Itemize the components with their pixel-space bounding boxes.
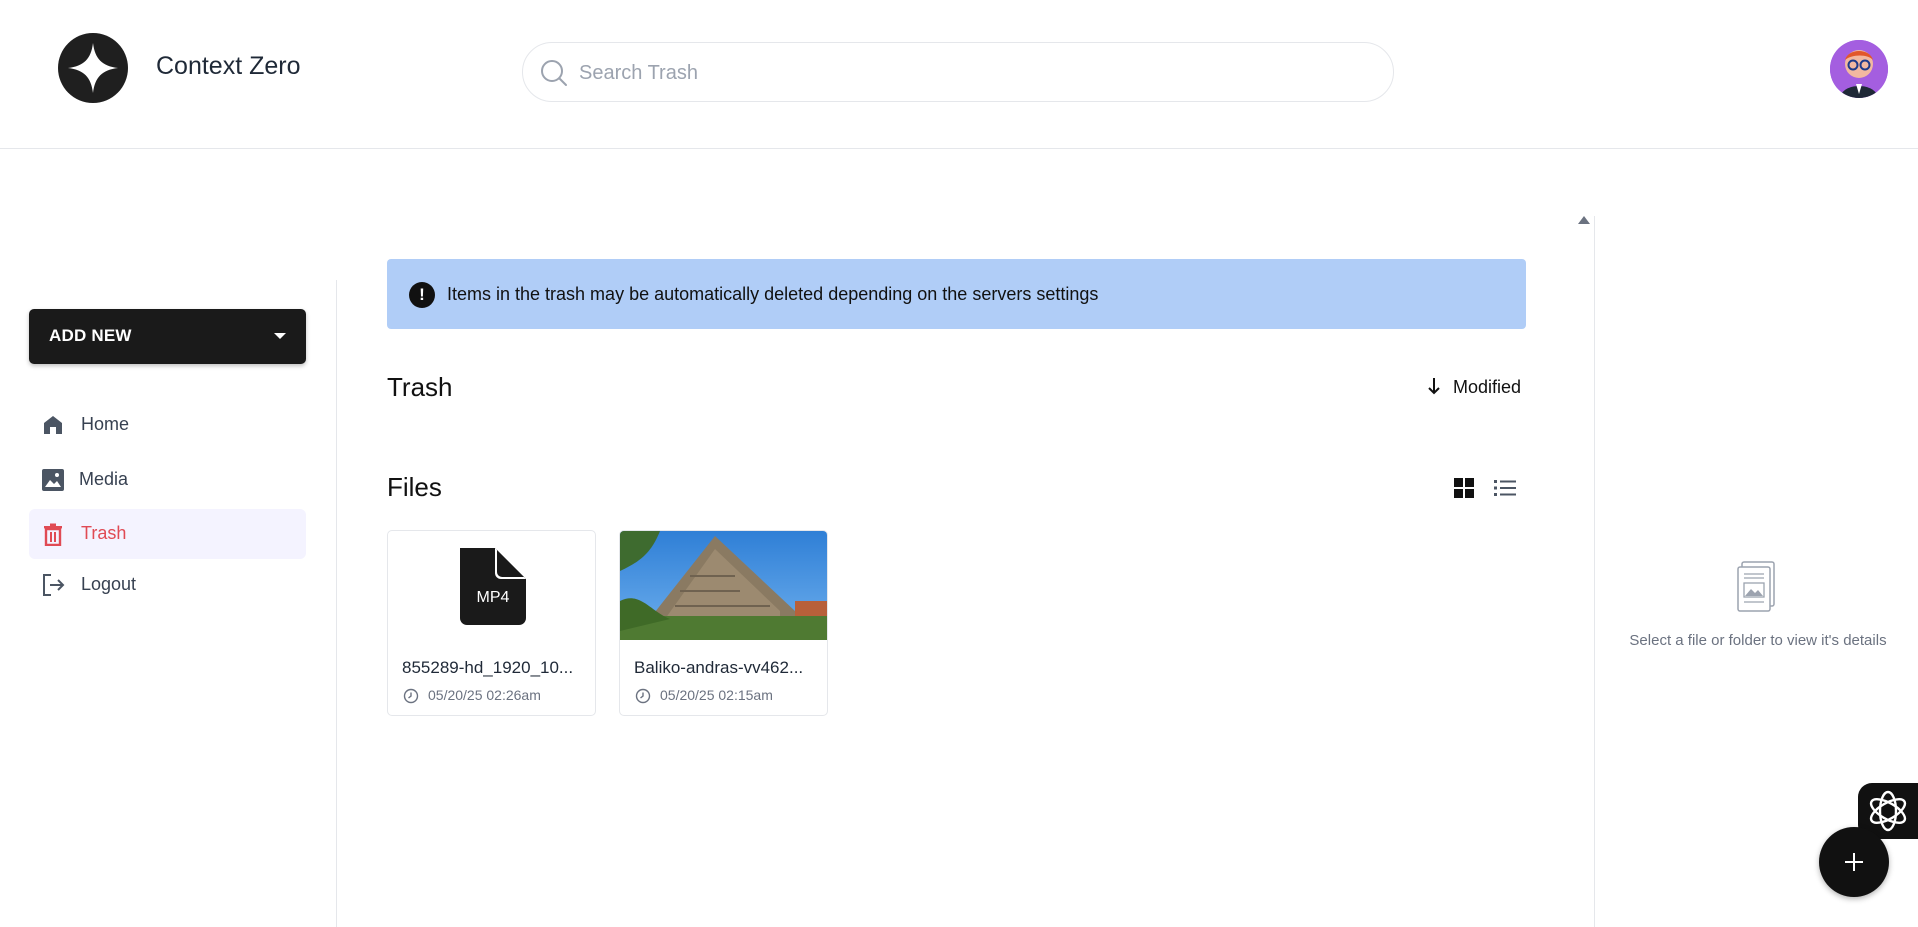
document-icon <box>1736 561 1776 613</box>
sidebar-item-label: Media <box>79 469 129 489</box>
add-new-button[interactable]: ADD NEW <box>29 309 306 364</box>
app-logo[interactable] <box>58 33 128 103</box>
sidebar-item-home[interactable]: Home <box>29 400 306 450</box>
sort-label: Modified <box>1453 377 1522 397</box>
file-thumbnail <box>620 531 827 640</box>
add-new-label: ADD NEW <box>49 326 132 345</box>
sidebar-item-label: Logout <box>81 574 137 594</box>
app-name: Context Zero <box>156 52 301 80</box>
sidebar-item-label: Home <box>81 414 130 434</box>
list-view-icon[interactable] <box>1492 476 1518 500</box>
files-section-title: Files <box>387 472 442 502</box>
scroll-up-arrow[interactable] <box>1578 216 1590 224</box>
search-bar[interactable] <box>522 42 1394 102</box>
sidebar-divider <box>336 280 337 927</box>
clock-icon <box>403 688 419 704</box>
arrow-down-icon <box>1427 376 1441 401</box>
file-date: 05/20/25 02:26am <box>428 687 541 703</box>
page-title: Trash <box>387 372 453 402</box>
clock-icon <box>635 688 651 704</box>
image-icon <box>41 468 65 492</box>
top-bar: Context Zero <box>0 0 1918 149</box>
trash-icon <box>41 522 65 547</box>
logout-icon <box>41 573 65 597</box>
grid-view-icon[interactable] <box>1452 476 1476 500</box>
file-card[interactable]: MP4 855289-hd_1920_10... 05/20/25 02:26a… <box>387 530 596 716</box>
add-fab-button[interactable] <box>1819 827 1889 897</box>
home-icon <box>41 413 65 437</box>
file-name: Baliko-andras-vv462... <box>634 658 804 677</box>
file-card[interactable]: Baliko-andras-vv462... 05/20/25 02:15am <box>619 530 828 716</box>
details-empty-text: Select a file or folder to view it's det… <box>1629 632 1887 649</box>
file-date: 05/20/25 02:15am <box>660 687 773 703</box>
search-input[interactable] <box>577 53 1361 93</box>
file-type-badge: MP4 <box>476 589 510 606</box>
file-thumbnail: MP4 <box>388 531 595 640</box>
alert-icon: ! <box>409 282 435 308</box>
sidebar-item-trash[interactable]: Trash <box>29 509 306 559</box>
details-divider <box>1594 216 1595 927</box>
trash-info-banner: ! Items in the trash may be automaticall… <box>387 259 1526 329</box>
user-avatar[interactable] <box>1830 40 1888 98</box>
banner-text: Items in the trash may be automatically … <box>447 284 1099 304</box>
file-name: 855289-hd_1920_10... <box>402 658 574 677</box>
sidebar-item-media[interactable]: Media <box>29 455 306 505</box>
search-icon <box>539 58 569 93</box>
sidebar-item-label: Trash <box>81 523 127 543</box>
sidebar-item-logout[interactable]: Logout <box>29 560 306 610</box>
caret-down-icon <box>274 333 286 339</box>
